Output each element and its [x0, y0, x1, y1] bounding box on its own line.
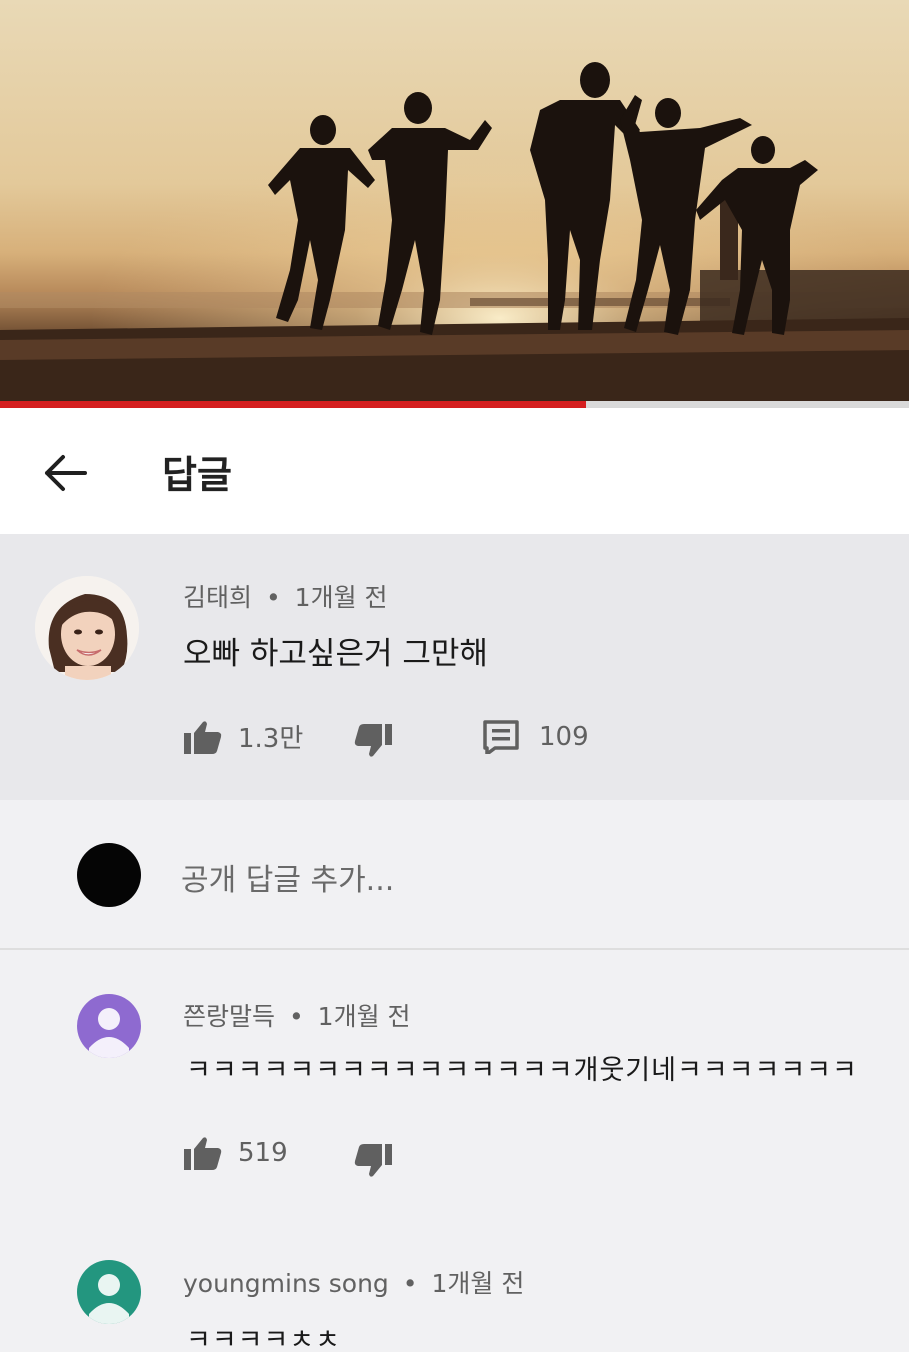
profile-photo: [35, 576, 139, 680]
thumbs-up-icon: [184, 720, 222, 754]
comment-meta: youngmins song • 1개월 전: [183, 1264, 524, 1300]
parent-comment: 김태희 • 1개월 전 오빠 하고싶은거 그만해 1.3만 109: [0, 534, 909, 800]
avatar[interactable]: [77, 994, 141, 1058]
my-avatar: [77, 843, 141, 907]
reply-count-button[interactable]: 109: [483, 720, 589, 754]
meta-separator: •: [288, 1002, 304, 1031]
thumbs-down-icon: [354, 724, 392, 757]
comment-time: 1개월 전: [431, 1269, 525, 1298]
video-progress-fill: [0, 401, 587, 408]
default-avatar-icon: [77, 994, 141, 1058]
page-title: 답글: [162, 453, 232, 497]
comment-text: ㅋㅋㅋㅋㅋㅋㅋㅋㅋㅋㅋㅋㅋㅋㅋ개웃기네ㅋㅋㅋㅋㅋㅋㅋ: [186, 1055, 858, 1086]
reply-count: 109: [539, 722, 589, 752]
avatar[interactable]: [35, 576, 139, 680]
comment-author[interactable]: 쯘랑말득: [183, 1002, 275, 1031]
meta-separator: •: [265, 583, 281, 612]
like-button[interactable]: 1.3만: [184, 718, 303, 755]
comment-author[interactable]: youngmins song: [183, 1269, 389, 1298]
comment-text: ㅋㅋㅋㅋㅊㅊ: [186, 1325, 342, 1352]
comment-time: 1개월 전: [294, 583, 388, 612]
video-progress-bar[interactable]: [0, 401, 909, 408]
reply-icon: [483, 720, 519, 754]
thumbs-up-icon: [184, 1137, 222, 1170]
comment-meta: 김태희 • 1개월 전: [183, 578, 388, 614]
back-button[interactable]: [30, 438, 100, 508]
comment-meta: 쯘랑말득 • 1개월 전: [183, 997, 411, 1033]
video-player[interactable]: [0, 0, 909, 408]
video-frame: [0, 0, 909, 408]
add-reply-row[interactable]: 공개 답글 추가...: [0, 800, 909, 950]
comment-time: 1개월 전: [317, 1002, 411, 1031]
comment-author[interactable]: 김태희: [183, 583, 252, 612]
back-arrow-icon: [45, 455, 87, 491]
like-button[interactable]: 519: [184, 1136, 288, 1170]
thumbs-down-icon: [354, 1144, 392, 1177]
dislike-button[interactable]: [354, 724, 392, 758]
like-count: 519: [238, 1138, 288, 1168]
default-avatar-icon: [77, 1260, 141, 1324]
reply-input[interactable]: 공개 답글 추가...: [181, 855, 394, 899]
replies-header: 답글: [0, 408, 909, 534]
replies-list: 쯘랑말득 • 1개월 전 ㅋㅋㅋㅋㅋㅋㅋㅋㅋㅋㅋㅋㅋㅋㅋ개웃기네ㅋㅋㅋㅋㅋㅋㅋ …: [0, 950, 909, 1352]
comment-text: 오빠 하고싶은거 그만해: [183, 636, 488, 672]
meta-separator: •: [402, 1269, 418, 1298]
avatar[interactable]: [77, 1260, 141, 1324]
dislike-button[interactable]: [354, 1144, 392, 1178]
like-count: 1.3만: [238, 724, 304, 754]
